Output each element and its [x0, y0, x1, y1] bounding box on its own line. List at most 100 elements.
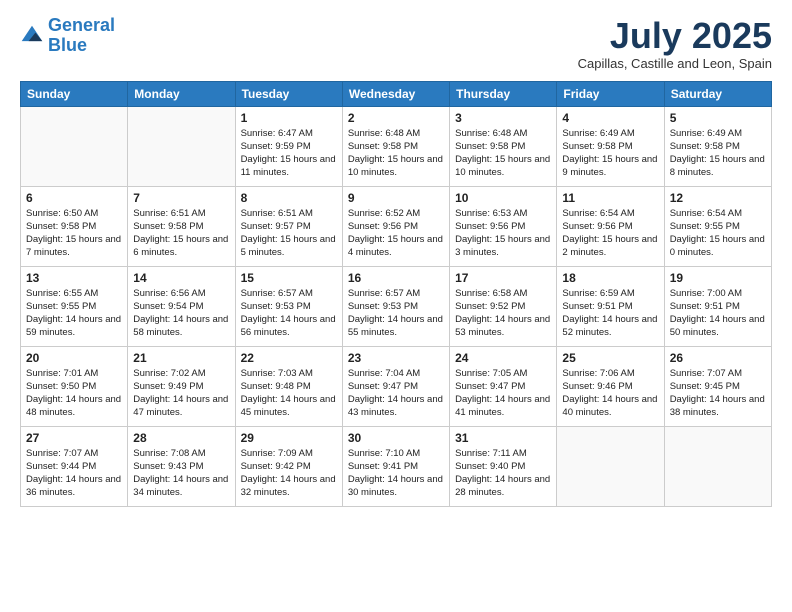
calendar-cell: 30 Sunrise: 7:10 AM Sunset: 9:41 PM Dayli… [342, 426, 449, 506]
day-number: 27 [26, 431, 122, 445]
day-info: Sunrise: 6:47 AM Sunset: 9:59 PM Dayligh… [241, 127, 337, 180]
day-number: 30 [348, 431, 444, 445]
day-info: Sunrise: 6:50 AM Sunset: 9:58 PM Dayligh… [26, 207, 122, 260]
day-number: 28 [133, 431, 229, 445]
day-number: 21 [133, 351, 229, 365]
weekday-header: Wednesday [342, 81, 449, 106]
calendar-cell: 19Sunrise: 7:00 AM Sunset: 9:51 PM Dayli… [664, 266, 771, 346]
weekday-header: Sunday [21, 81, 128, 106]
logo-text: General Blue [48, 16, 115, 56]
day-number: 16 [348, 271, 444, 285]
day-number: 18 [562, 271, 658, 285]
calendar-cell: 16 Sunrise: 6:57 AM Sunset: 9:53 PM Dayli… [342, 266, 449, 346]
day-number: 10 [455, 191, 551, 205]
calendar-cell: 12 Sunrise: 6:54 AM Sunset: 9:55 PM Dayli… [664, 186, 771, 266]
day-info: Sunrise: 6:58 AM Sunset: 9:52 PM Dayligh… [455, 287, 551, 340]
day-info: Sunrise: 7:11 AM Sunset: 9:40 PM Dayligh… [455, 447, 551, 500]
calendar-cell: 14 Sunrise: 6:56 AM Sunset: 9:54 PM Dayli… [128, 266, 235, 346]
day-number: 23 [348, 351, 444, 365]
day-number: 2 [348, 111, 444, 125]
day-info: Sunrise: 6:51 AM Sunset: 9:58 PM Dayligh… [133, 207, 229, 260]
day-number: 8 [241, 191, 337, 205]
day-info: Sunrise: 6:52 AM Sunset: 9:56 PM Dayligh… [348, 207, 444, 260]
day-info: Sunrise: 7:08 AM Sunset: 9:43 PM Dayligh… [133, 447, 229, 500]
calendar-cell [557, 426, 664, 506]
day-info: Sunrise: 6:51 AM Sunset: 9:57 PM Dayligh… [241, 207, 337, 260]
calendar-cell: 10Sunrise: 6:53 AM Sunset: 9:56 PM Dayli… [450, 186, 557, 266]
calendar-cell: 27 Sunrise: 7:07 AM Sunset: 9:44 PM Dayli… [21, 426, 128, 506]
day-number: 13 [26, 271, 122, 285]
calendar-cell: 15Sunrise: 6:57 AM Sunset: 9:53 PM Dayli… [235, 266, 342, 346]
day-info: Sunrise: 6:48 AM Sunset: 9:58 PM Dayligh… [455, 127, 551, 180]
day-number: 6 [26, 191, 122, 205]
week-row: 1 Sunrise: 6:47 AM Sunset: 9:59 PM Daylig… [21, 106, 772, 186]
day-number: 15 [241, 271, 337, 285]
logo-line1: General [48, 15, 115, 35]
week-row: 6 Sunrise: 6:50 AM Sunset: 9:58 PM Daylig… [21, 186, 772, 266]
day-info: Sunrise: 6:57 AM Sunset: 9:53 PM Dayligh… [348, 287, 444, 340]
calendar-cell: 17 Sunrise: 6:58 AM Sunset: 9:52 PM Dayli… [450, 266, 557, 346]
weekday-header-row: SundayMondayTuesdayWednesdayThursdayFrid… [21, 81, 772, 106]
day-number: 5 [670, 111, 766, 125]
day-info: Sunrise: 6:59 AM Sunset: 9:51 PM Dayligh… [562, 287, 658, 340]
day-number: 3 [455, 111, 551, 125]
day-number: 24 [455, 351, 551, 365]
calendar-cell: 1 Sunrise: 6:47 AM Sunset: 9:59 PM Daylig… [235, 106, 342, 186]
day-info: Sunrise: 7:02 AM Sunset: 9:49 PM Dayligh… [133, 367, 229, 420]
calendar: SundayMondayTuesdayWednesdayThursdayFrid… [20, 81, 772, 507]
calendar-cell: 13 Sunrise: 6:55 AM Sunset: 9:55 PM Dayli… [21, 266, 128, 346]
calendar-cell: 20 Sunrise: 7:01 AM Sunset: 9:50 PM Dayli… [21, 346, 128, 426]
day-number: 25 [562, 351, 658, 365]
day-number: 26 [670, 351, 766, 365]
day-info: Sunrise: 7:06 AM Sunset: 9:46 PM Dayligh… [562, 367, 658, 420]
day-number: 11 [562, 191, 658, 205]
day-number: 4 [562, 111, 658, 125]
calendar-cell: 22 Sunrise: 7:03 AM Sunset: 9:48 PM Dayli… [235, 346, 342, 426]
day-number: 17 [455, 271, 551, 285]
calendar-cell: 5 Sunrise: 6:49 AM Sunset: 9:58 PM Daylig… [664, 106, 771, 186]
calendar-cell: 31 Sunrise: 7:11 AM Sunset: 9:40 PM Dayli… [450, 426, 557, 506]
weekday-header: Thursday [450, 81, 557, 106]
logo-icon [20, 24, 44, 48]
day-info: Sunrise: 7:07 AM Sunset: 9:44 PM Dayligh… [26, 447, 122, 500]
day-number: 31 [455, 431, 551, 445]
calendar-cell: 6 Sunrise: 6:50 AM Sunset: 9:58 PM Daylig… [21, 186, 128, 266]
calendar-cell [21, 106, 128, 186]
calendar-cell: 9Sunrise: 6:52 AM Sunset: 9:56 PM Daylig… [342, 186, 449, 266]
day-info: Sunrise: 7:03 AM Sunset: 9:48 PM Dayligh… [241, 367, 337, 420]
weekday-header: Friday [557, 81, 664, 106]
day-number: 1 [241, 111, 337, 125]
day-number: 12 [670, 191, 766, 205]
day-info: Sunrise: 6:48 AM Sunset: 9:58 PM Dayligh… [348, 127, 444, 180]
location: Capillas, Castille and Leon, Spain [578, 56, 772, 71]
calendar-cell: 4 Sunrise: 6:49 AM Sunset: 9:58 PM Daylig… [557, 106, 664, 186]
calendar-cell: 24Sunrise: 7:05 AM Sunset: 9:47 PM Dayli… [450, 346, 557, 426]
day-info: Sunrise: 6:54 AM Sunset: 9:55 PM Dayligh… [670, 207, 766, 260]
day-number: 22 [241, 351, 337, 365]
week-row: 13 Sunrise: 6:55 AM Sunset: 9:55 PM Dayli… [21, 266, 772, 346]
calendar-cell [128, 106, 235, 186]
calendar-cell: 23Sunrise: 7:04 AM Sunset: 9:47 PM Dayli… [342, 346, 449, 426]
header: General Blue July 2025 Capillas, Castill… [20, 16, 772, 71]
day-info: Sunrise: 6:49 AM Sunset: 9:58 PM Dayligh… [670, 127, 766, 180]
day-info: Sunrise: 7:07 AM Sunset: 9:45 PM Dayligh… [670, 367, 766, 420]
page: General Blue July 2025 Capillas, Castill… [0, 0, 792, 612]
day-number: 7 [133, 191, 229, 205]
week-row: 27 Sunrise: 7:07 AM Sunset: 9:44 PM Dayli… [21, 426, 772, 506]
day-number: 14 [133, 271, 229, 285]
day-info: Sunrise: 7:01 AM Sunset: 9:50 PM Dayligh… [26, 367, 122, 420]
day-number: 20 [26, 351, 122, 365]
day-info: Sunrise: 7:00 AM Sunset: 9:51 PM Dayligh… [670, 287, 766, 340]
day-info: Sunrise: 6:54 AM Sunset: 9:56 PM Dayligh… [562, 207, 658, 260]
day-info: Sunrise: 6:55 AM Sunset: 9:55 PM Dayligh… [26, 287, 122, 340]
title-block: July 2025 Capillas, Castille and Leon, S… [578, 16, 772, 71]
logo: General Blue [20, 16, 115, 56]
weekday-header: Tuesday [235, 81, 342, 106]
calendar-cell: 2 Sunrise: 6:48 AM Sunset: 9:58 PM Daylig… [342, 106, 449, 186]
day-info: Sunrise: 7:10 AM Sunset: 9:41 PM Dayligh… [348, 447, 444, 500]
day-info: Sunrise: 6:56 AM Sunset: 9:54 PM Dayligh… [133, 287, 229, 340]
calendar-cell: 25 Sunrise: 7:06 AM Sunset: 9:46 PM Dayli… [557, 346, 664, 426]
calendar-cell: 7 Sunrise: 6:51 AM Sunset: 9:58 PM Daylig… [128, 186, 235, 266]
day-info: Sunrise: 6:49 AM Sunset: 9:58 PM Dayligh… [562, 127, 658, 180]
month-title: July 2025 [578, 16, 772, 56]
